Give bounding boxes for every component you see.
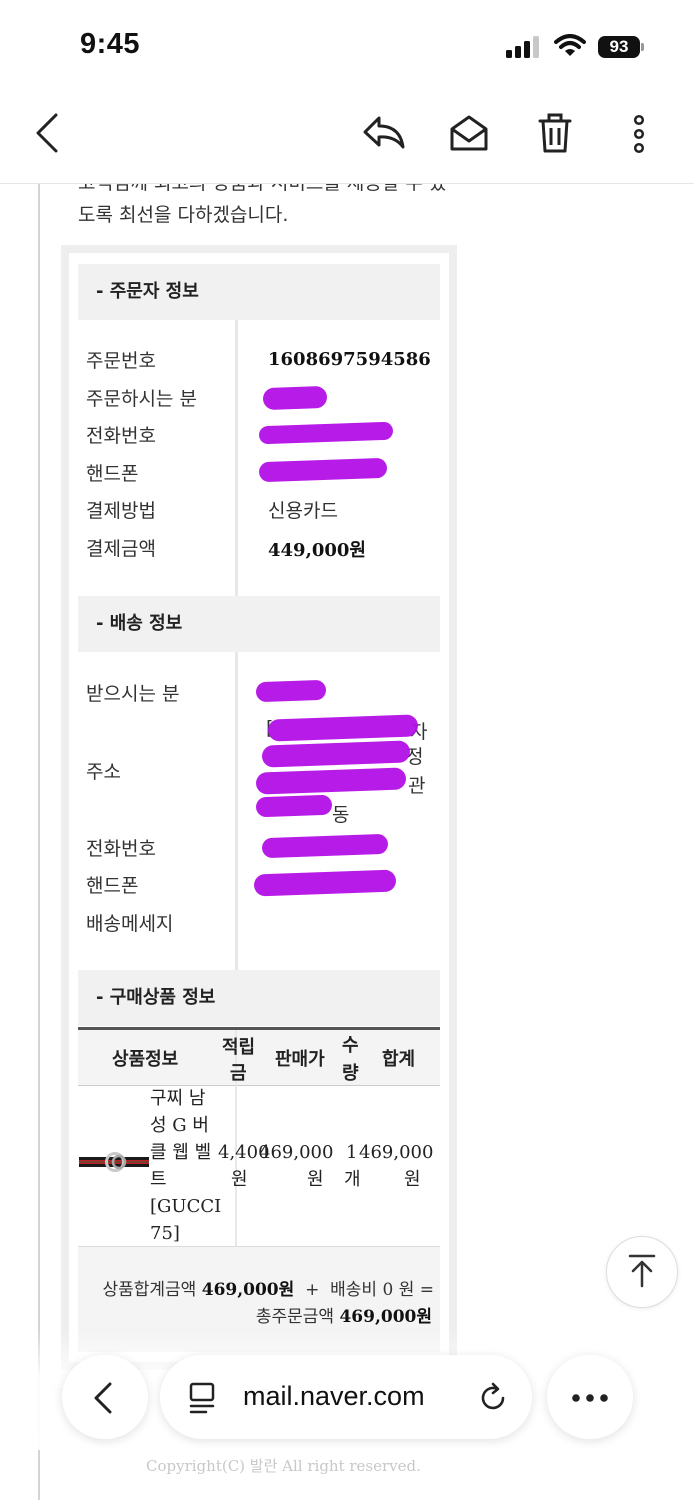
summary-line-2: 총주문금액 469,000원 — [86, 1302, 432, 1327]
col-points: 적립 — [222, 1037, 256, 1058]
orderer-mobile-label: 핸드폰 — [86, 463, 139, 485]
belt-product-image[interactable] — [79, 1152, 149, 1172]
more-vertical-icon[interactable] — [630, 114, 648, 154]
orderer-divider — [235, 320, 238, 596]
section-shipping-title: - 배송 정보 — [78, 596, 440, 652]
amount-value: 449,000원 — [268, 540, 366, 561]
amount-label: 결제금액 — [86, 538, 156, 560]
payment-value: 신용카드 — [268, 500, 338, 522]
redaction-mark — [255, 794, 333, 818]
intro-text: 도록 최선을 다하겠습니다. — [78, 204, 289, 226]
payment-label: 결제방법 — [86, 500, 156, 522]
delivery-message-label: 배송메세지 — [86, 913, 174, 935]
address-fragment: 동 — [332, 804, 350, 826]
reply-icon[interactable] — [362, 114, 406, 152]
orderer-phone-label: 전화번호 — [86, 425, 156, 447]
order-no-label: 주문번호 — [86, 350, 156, 372]
intro-clipped: 고객님께 최고의 상품과 서비스를 제공할 수 있 — [0, 184, 694, 196]
col-price: 판매가 — [275, 1049, 325, 1070]
recipient-label: 받으시는 분 — [86, 683, 180, 705]
grand-total-label: 총주문금액 — [255, 1307, 335, 1327]
trash-icon[interactable] — [537, 112, 573, 154]
more-horizontal-icon — [572, 1394, 608, 1402]
shipping-fee-label: 배송비 — [330, 1280, 378, 1300]
status-time: 9:45 — [80, 28, 141, 60]
arrow-up-icon — [628, 1254, 656, 1288]
battery-tip — [641, 43, 644, 51]
back-icon[interactable] — [32, 112, 62, 154]
shipping-fee-value: 0 원 — [382, 1280, 415, 1300]
product-price: 469,000 — [259, 1142, 334, 1163]
order-no-value: 1608697594586 — [268, 349, 431, 370]
product-price-unit: 원 — [307, 1169, 324, 1190]
shipping-mobile-label: 핸드폰 — [86, 875, 139, 897]
orderer-name-label: 주문하시는 분 — [86, 388, 197, 410]
wifi-icon — [554, 34, 586, 56]
col-product-info: 상품정보 — [112, 1049, 179, 1070]
product-name[interactable]: 구찌 남 성 G 버 클 웹 벨 트 [GUCCI 75] — [150, 1085, 221, 1247]
col-total: 합계 — [382, 1049, 416, 1070]
col-points-2: 금 — [230, 1063, 247, 1084]
more-menu-button[interactable] — [547, 1355, 633, 1439]
url-text[interactable]: mail.naver.com — [243, 1381, 425, 1412]
page-info-icon[interactable] — [188, 1382, 218, 1414]
subtotal-value: 469,000원 — [201, 1280, 295, 1300]
scroll-top-button[interactable] — [606, 1236, 678, 1308]
product-qty-unit: 개 — [344, 1169, 361, 1190]
product-total: 469,000 — [359, 1142, 434, 1163]
subtotal-label: 상품합계금액 — [102, 1280, 197, 1300]
equals-sign: = — [419, 1280, 434, 1300]
redaction-mark — [255, 679, 327, 703]
shipping-divider — [235, 652, 238, 970]
section-products-title: - 구매상품 정보 — [78, 970, 440, 1026]
summary-line-1: 상품합계금액 469,000원 + 배송비 0 원 = — [86, 1275, 434, 1300]
product-qty: 1 — [346, 1142, 358, 1163]
product-points-unit: 원 — [231, 1169, 248, 1190]
address-fragment: 관 — [408, 775, 426, 797]
section-orderer-title: - 주문자 정보 — [78, 264, 440, 320]
shipping-phone-label: 전화번호 — [86, 838, 156, 860]
browser-back-button[interactable] — [62, 1355, 148, 1439]
reload-icon[interactable] — [478, 1382, 510, 1414]
mark-read-icon[interactable] — [449, 113, 489, 153]
product-total-unit: 원 — [404, 1169, 421, 1190]
col-qty: 수 — [342, 1035, 359, 1056]
intro-partial-text: 고객님께 최고의 상품과 서비스를 제공할 수 있 — [78, 184, 446, 195]
mail-left-border — [38, 184, 40, 1500]
battery-indicator: 93 — [598, 36, 640, 58]
signal-icon — [506, 36, 539, 58]
chevron-left-icon — [94, 1382, 112, 1414]
col-qty-2: 량 — [342, 1063, 359, 1084]
plus-sign: + — [305, 1280, 320, 1300]
redaction-mark — [262, 385, 328, 411]
address-label: 주소 — [86, 761, 121, 783]
copyright-text: Copyright(C) 발란 All right reserved. — [146, 1457, 421, 1475]
grand-total-value: 469,000원 — [339, 1307, 432, 1327]
